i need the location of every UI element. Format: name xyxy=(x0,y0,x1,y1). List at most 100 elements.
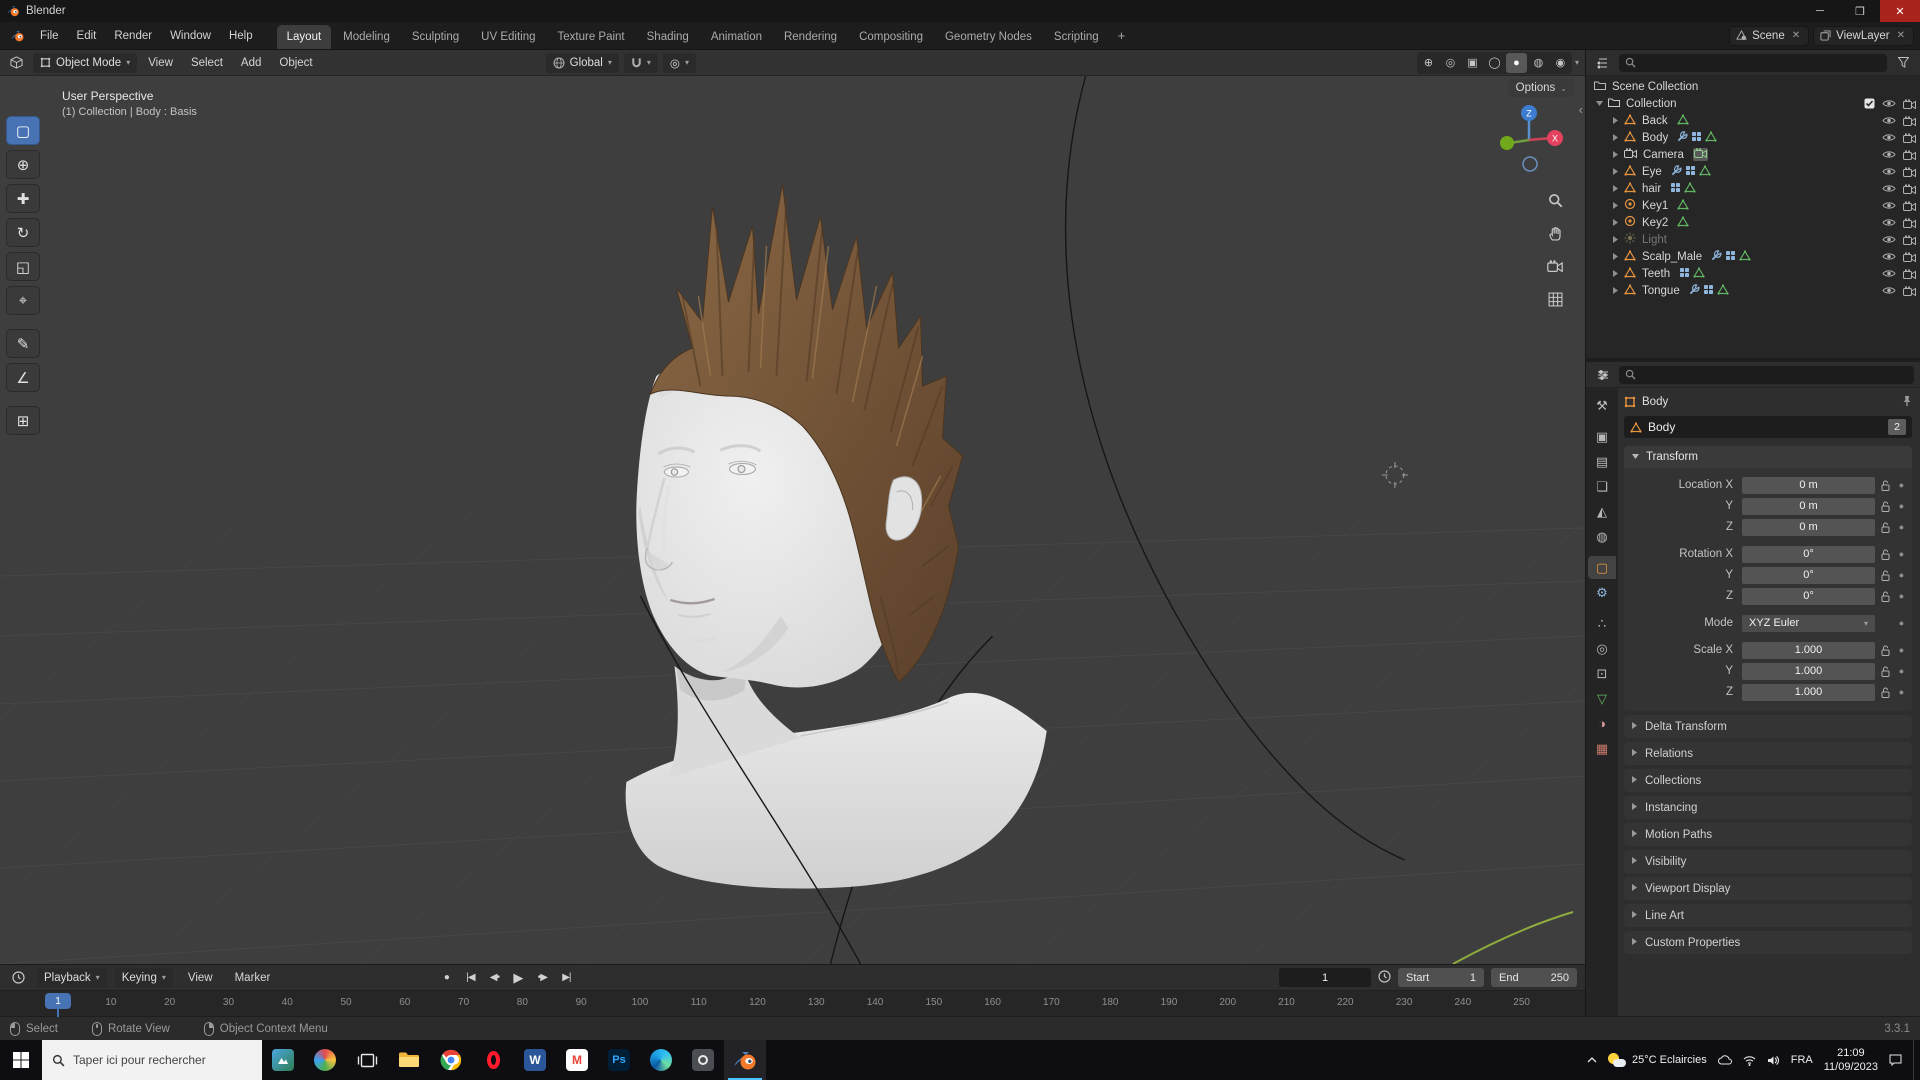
outliner-item-name[interactable]: Scalp_Male xyxy=(1642,251,1702,263)
pin-icon[interactable] xyxy=(1902,395,1912,410)
frame-tick-10[interactable]: 10 xyxy=(105,997,116,1008)
object-name-field[interactable]: Body 2 xyxy=(1624,416,1912,438)
frame-tick-100[interactable]: 100 xyxy=(632,997,649,1008)
taskbar-search-box[interactable]: Taper ici pour rechercher xyxy=(42,1040,262,1080)
hide-viewport-icon[interactable] xyxy=(1882,150,1896,159)
modifier-icon[interactable] xyxy=(1689,283,1700,298)
tool-move[interactable]: ✚ xyxy=(6,184,40,213)
frame-tick-30[interactable]: 30 xyxy=(223,997,234,1008)
outliner-item-name[interactable]: hair xyxy=(1642,183,1661,195)
animate-dot[interactable]: ● xyxy=(1895,570,1908,580)
transform-orientation-dropdown[interactable]: Global ▾ xyxy=(545,52,619,73)
lock-icon[interactable] xyxy=(1875,666,1895,677)
outliner-item-name[interactable]: Tongue xyxy=(1642,285,1680,297)
outliner-item-name[interactable]: Back xyxy=(1642,115,1668,127)
outliner-item-name[interactable]: Camera xyxy=(1643,149,1684,161)
outliner-row[interactable]: Camera xyxy=(1586,146,1920,163)
properties-tab-render[interactable]: ▣ xyxy=(1588,425,1616,448)
show-overlays-icon[interactable]: ◎ xyxy=(1440,53,1461,73)
chevron-right-icon[interactable] xyxy=(1610,133,1620,142)
timeline-menu-keying[interactable]: Keying ▾ xyxy=(114,967,173,988)
grid-icon[interactable] xyxy=(1670,182,1681,196)
viewlayer-unlink-icon[interactable]: ✕ xyxy=(1895,30,1907,41)
outliner-item-name[interactable]: Teeth xyxy=(1642,268,1670,280)
data-icon[interactable] xyxy=(1705,130,1718,145)
outliner-row[interactable]: Tongue xyxy=(1586,282,1920,299)
animate-dot[interactable]: ● xyxy=(1895,618,1908,628)
character-mesh[interactable] xyxy=(625,183,1047,889)
transform-value-field[interactable]: 0° xyxy=(1742,545,1875,563)
frame-tick-120[interactable]: 120 xyxy=(749,997,766,1008)
options-dropdown[interactable]: Options ⌄ xyxy=(1507,79,1575,97)
outliner-item-name[interactable]: Eye xyxy=(1642,166,1662,178)
lock-icon[interactable] xyxy=(1875,501,1895,512)
modifier-icon[interactable] xyxy=(1677,130,1688,145)
workspace-tab-uv-editing[interactable]: UV Editing xyxy=(471,25,545,49)
properties-tab-modifiers[interactable]: ⚙ xyxy=(1588,581,1616,604)
frame-start-field[interactable]: Start 1 xyxy=(1398,968,1484,988)
outliner-item-name[interactable]: Key2 xyxy=(1642,217,1668,229)
tool-cursor[interactable]: ⊕ xyxy=(6,150,40,179)
hide-viewport-icon[interactable] xyxy=(1882,286,1896,295)
properties-tab-particles[interactable]: ∴ xyxy=(1588,612,1616,635)
lock-icon[interactable] xyxy=(1875,645,1895,656)
data-icon[interactable] xyxy=(1698,164,1711,179)
menu-file[interactable]: File xyxy=(31,25,68,47)
frame-tick-70[interactable]: 70 xyxy=(458,997,469,1008)
outliner-row[interactable]: Back xyxy=(1586,112,1920,129)
disable-render-icon[interactable] xyxy=(1903,166,1916,177)
shading-material-icon[interactable]: ◍ xyxy=(1528,53,1549,73)
lock-icon[interactable] xyxy=(1875,591,1895,602)
zoom-icon[interactable] xyxy=(1543,188,1567,212)
onedrive-cloud-icon[interactable] xyxy=(1717,1055,1732,1065)
tool-select-box[interactable]: ▢ xyxy=(6,116,40,145)
chevron-right-icon[interactable] xyxy=(1610,235,1620,244)
jump-start-button[interactable]: |◀ xyxy=(459,968,481,987)
camera-view-icon[interactable] xyxy=(1543,254,1567,278)
chevron-right-icon[interactable] xyxy=(1610,218,1620,227)
disable-render-icon[interactable] xyxy=(1903,183,1916,194)
word-icon[interactable]: W xyxy=(514,1040,556,1080)
lock-icon[interactable] xyxy=(1875,687,1895,698)
navigation-gizmo[interactable]: Z X xyxy=(1489,100,1569,180)
properties-tab-object[interactable]: ▢ xyxy=(1588,556,1616,579)
hide-viewport-icon[interactable] xyxy=(1882,235,1896,244)
tool-annotate[interactable]: ✎ xyxy=(6,329,40,358)
frame-tick-160[interactable]: 160 xyxy=(984,997,1001,1008)
properties-tab-constraints[interactable]: ⊡ xyxy=(1588,662,1616,685)
data-icon[interactable] xyxy=(1676,113,1689,128)
animate-dot[interactable]: ● xyxy=(1895,591,1908,601)
transform-value-field[interactable]: XYZ Euler ▾ xyxy=(1742,614,1875,632)
tool-scale[interactable]: ◱ xyxy=(6,252,40,281)
frame-tick-90[interactable]: 90 xyxy=(576,997,587,1008)
gmail-icon[interactable]: M xyxy=(556,1040,598,1080)
outliner-item-name[interactable]: Key1 xyxy=(1642,200,1668,212)
photoshop-icon[interactable]: Ps xyxy=(598,1040,640,1080)
object-mode-dropdown[interactable]: Object Mode ▾ xyxy=(33,52,138,73)
workspace-tab-modeling[interactable]: Modeling xyxy=(333,25,400,49)
panel-section-instancing[interactable]: Instancing xyxy=(1624,796,1912,819)
grid-icon[interactable] xyxy=(1691,131,1702,145)
data-icon[interactable] xyxy=(1684,181,1697,196)
outliner-row[interactable]: Key1 xyxy=(1586,197,1920,214)
outliner-row[interactable]: Eye xyxy=(1586,163,1920,180)
frame-end-field[interactable]: End 250 xyxy=(1491,968,1577,988)
workspace-tab-sculpting[interactable]: Sculpting xyxy=(402,25,469,49)
start-button[interactable] xyxy=(0,1040,42,1080)
tool-transform[interactable]: ⌖ xyxy=(6,286,40,315)
task-view-icon[interactable] xyxy=(346,1040,388,1080)
weather-button[interactable]: 25°C Eclaircies xyxy=(1608,1053,1707,1067)
current-frame-field[interactable]: 1 xyxy=(1279,968,1371,988)
frame-tick-210[interactable]: 210 xyxy=(1278,997,1295,1008)
chevron-right-icon[interactable] xyxy=(1610,167,1620,176)
camera-data-icon[interactable] xyxy=(1692,148,1708,161)
panel-section-motion-paths[interactable]: Motion Paths xyxy=(1624,823,1912,846)
jump-end-button[interactable]: ▶| xyxy=(555,968,577,987)
transform-value-field[interactable]: 0 m xyxy=(1742,497,1875,515)
scene-chip[interactable]: Scene ✕ xyxy=(1729,25,1810,46)
hide-viewport-icon[interactable] xyxy=(1882,252,1896,261)
transform-panel-header[interactable]: Transform xyxy=(1624,446,1912,468)
properties-tab-texture[interactable]: ▦ xyxy=(1588,737,1616,760)
record-button[interactable]: ● xyxy=(435,968,457,987)
frame-tick-40[interactable]: 40 xyxy=(282,997,293,1008)
